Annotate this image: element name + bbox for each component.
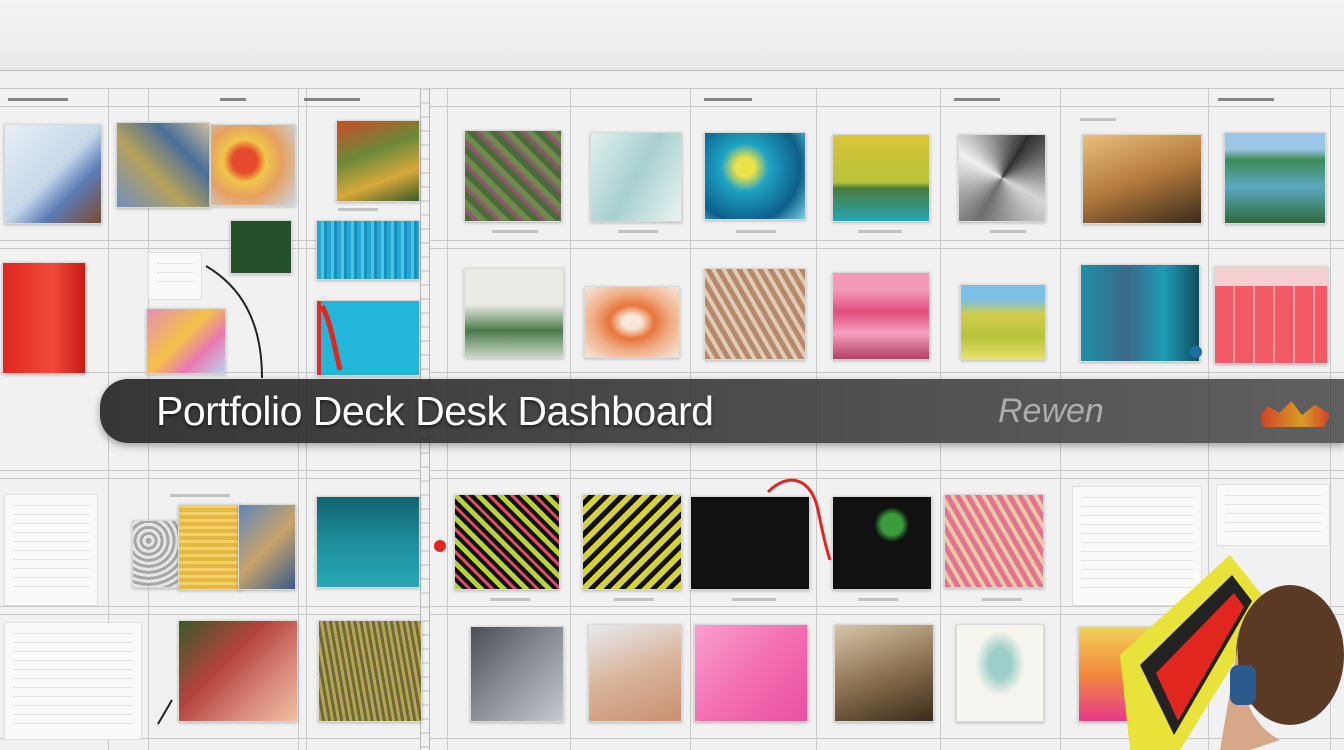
brush-accent bbox=[1260, 401, 1330, 427]
red-stroke bbox=[319, 304, 343, 371]
marker-dot bbox=[1190, 346, 1202, 358]
title-banner: Portfolio Deck Desk Dashboard Rewen bbox=[100, 379, 1344, 443]
red-arrow bbox=[766, 478, 832, 561]
pen-stroke-icon bbox=[157, 699, 173, 725]
banner-tail: Rewen bbox=[998, 392, 1104, 430]
headphone bbox=[1230, 665, 1256, 705]
marker-dot bbox=[434, 540, 446, 552]
pen-stroke-icon bbox=[205, 265, 263, 379]
moodboard-canvas: Portfolio Deck Desk Dashboard Rewen bbox=[0, 0, 1344, 750]
banner-title: Portfolio Deck Desk Dashboard bbox=[156, 388, 714, 434]
person-illustration bbox=[1120, 555, 1344, 750]
head bbox=[1236, 585, 1344, 725]
